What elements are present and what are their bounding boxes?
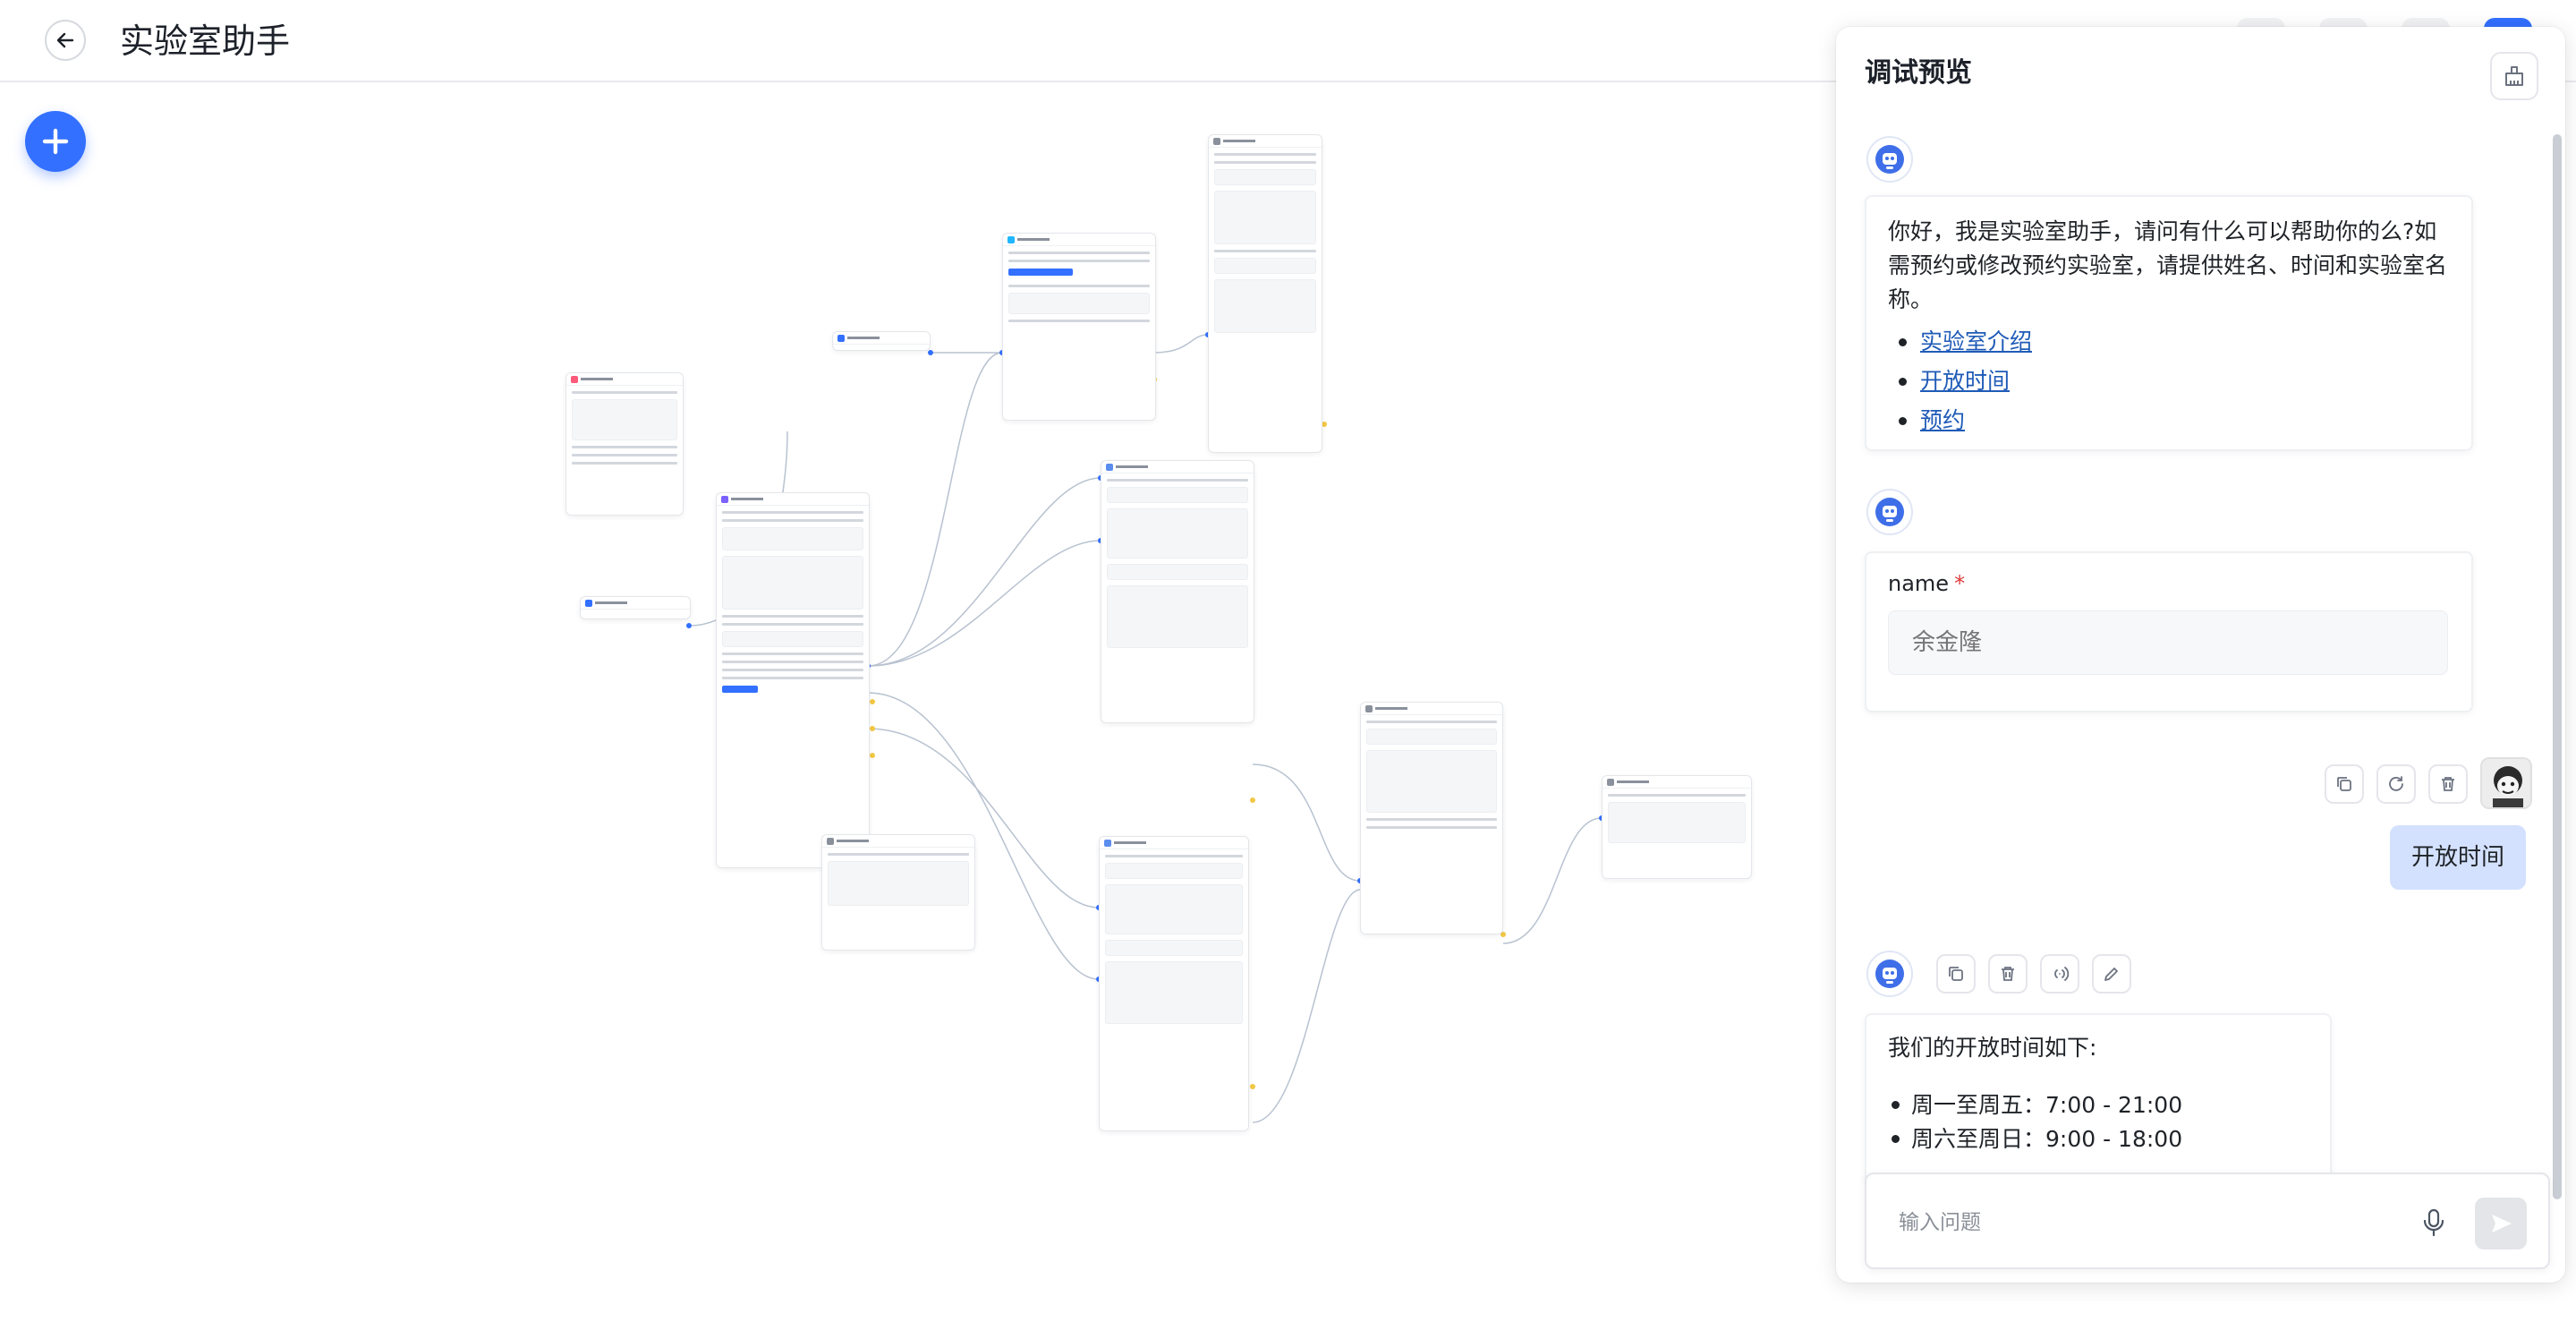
workflow-node[interactable] bbox=[1602, 775, 1752, 879]
answer-list-item: 周一至周五：7:00 - 21:00 bbox=[1888, 1088, 2182, 1122]
back-button[interactable] bbox=[45, 20, 86, 61]
quick-link-item: 开放时间 bbox=[1888, 362, 2450, 401]
workflow-node[interactable] bbox=[1101, 460, 1254, 723]
answer-intro: 我们的开放时间如下: bbox=[1888, 1035, 2097, 1061]
link-lab-intro[interactable]: 实验室介绍 bbox=[1920, 328, 2032, 354]
add-node-button[interactable] bbox=[25, 111, 86, 172]
page-title: 实验室助手 bbox=[120, 21, 291, 61]
question-input[interactable] bbox=[1899, 1201, 2400, 1244]
robot-icon bbox=[1875, 960, 1904, 988]
trash-icon bbox=[2442, 777, 2454, 791]
clear-chat-button[interactable] bbox=[2490, 52, 2538, 100]
workflow-node[interactable] bbox=[1099, 836, 1249, 1131]
welcome-message: 你好，我是实验室助手，请问有什么可以帮助你的么?如需预约或修改预约实验室，请提供… bbox=[1865, 195, 2473, 451]
robot-icon bbox=[1875, 498, 1904, 526]
robot-icon bbox=[1875, 145, 1904, 174]
name-field-label: name * bbox=[1888, 571, 1966, 596]
voice-input-button[interactable] bbox=[2416, 1203, 2452, 1242]
speaker-icon bbox=[2054, 967, 2070, 981]
user-avatar-icon bbox=[2482, 759, 2530, 807]
workflow-node[interactable] bbox=[580, 596, 691, 619]
quick-link-item: 实验室介绍 bbox=[1888, 322, 2450, 362]
name-field[interactable] bbox=[1888, 610, 2448, 675]
welcome-text: 你好，我是实验室助手，请问有什么可以帮助你的么?如需预约或修改预约实验室，请提供… bbox=[1888, 218, 2448, 312]
delete-button[interactable] bbox=[1988, 954, 2028, 994]
edit-button[interactable] bbox=[2092, 954, 2131, 994]
regenerate-button[interactable] bbox=[2376, 764, 2416, 804]
user-avatar bbox=[2480, 757, 2532, 809]
workflow-node[interactable] bbox=[716, 492, 870, 868]
send-button[interactable] bbox=[2475, 1198, 2527, 1250]
read-aloud-button[interactable] bbox=[2040, 954, 2079, 994]
copy-button[interactable] bbox=[1936, 954, 1976, 994]
plus-icon bbox=[42, 128, 69, 155]
form-message: name * bbox=[1865, 551, 2473, 712]
link-open-hours[interactable]: 开放时间 bbox=[1920, 368, 2010, 394]
microphone-icon bbox=[2423, 1208, 2444, 1237]
chat-input-bar bbox=[1865, 1173, 2550, 1269]
bot-avatar bbox=[1866, 136, 1913, 183]
answer-list: 周一至周五：7:00 - 21:00 周六至周日：9:00 - 18:00 bbox=[1888, 1088, 2182, 1156]
answer-message: 我们的开放时间如下: 周一至周五：7:00 - 21:00 周六至周日：9:00… bbox=[1865, 1013, 2332, 1183]
workflow-node[interactable] bbox=[565, 372, 684, 516]
workflow-node[interactable] bbox=[1360, 702, 1503, 934]
workflow-node[interactable] bbox=[1208, 134, 1322, 453]
broom-icon bbox=[2505, 66, 2523, 86]
copy-icon bbox=[2337, 777, 2351, 791]
link-reserve[interactable]: 预约 bbox=[1920, 407, 1965, 433]
workflow-node[interactable] bbox=[832, 331, 931, 351]
answer-list-item: 周六至周日：9:00 - 18:00 bbox=[1888, 1122, 2182, 1156]
quick-link-item: 预约 bbox=[1888, 401, 2450, 440]
quick-links: 实验室介绍 开放时间 预约 bbox=[1888, 322, 2450, 440]
workflow-edges bbox=[686, 332, 1604, 1123]
chat-messages: 你好，我是实验室助手，请问有什么可以帮助你的么?如需预约或修改预约实验室，请提供… bbox=[1836, 113, 2565, 1183]
workflow-node[interactable] bbox=[821, 834, 975, 951]
copy-button[interactable] bbox=[2325, 764, 2364, 804]
debug-preview-panel: 调试预览 你好，我是实验室助手，请问有什么可以帮助你的么?如需预约或修改预约实验… bbox=[1836, 27, 2565, 1283]
pencil-icon bbox=[2104, 968, 2118, 981]
arrow-left-icon bbox=[56, 32, 74, 48]
workflow-node[interactable] bbox=[1002, 233, 1156, 421]
trash-icon bbox=[2002, 967, 2014, 981]
send-icon bbox=[2492, 1215, 2512, 1232]
bot-avatar bbox=[1866, 951, 1913, 997]
copy-icon bbox=[1949, 967, 1963, 981]
panel-title: 调试预览 bbox=[1865, 57, 1972, 89]
user-message: 开放时间 bbox=[2389, 825, 2526, 890]
delete-button[interactable] bbox=[2428, 764, 2468, 804]
bot-avatar bbox=[1866, 489, 1913, 535]
required-mark: * bbox=[1954, 571, 1966, 596]
refresh-icon bbox=[2389, 776, 2403, 791]
